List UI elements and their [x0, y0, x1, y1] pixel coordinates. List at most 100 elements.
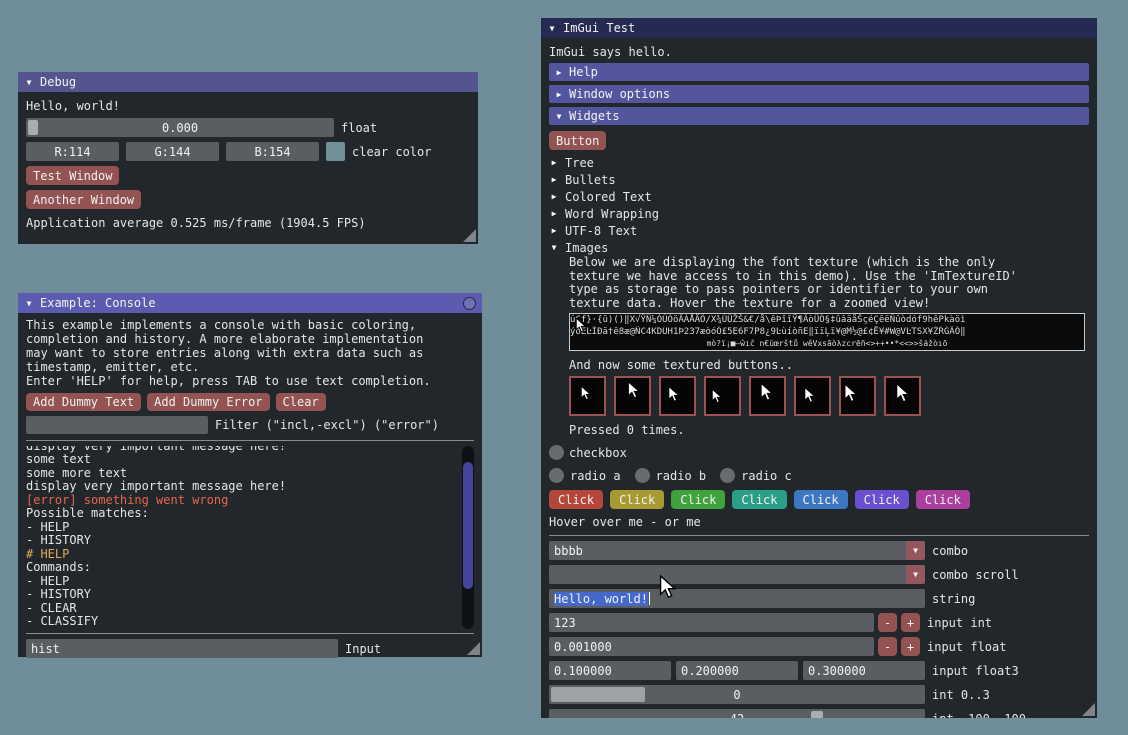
textured-image-button[interactable]	[659, 376, 696, 416]
input-float3-y-value: 0.200000	[681, 664, 739, 678]
combo-arrow-icon[interactable]	[906, 541, 925, 560]
scrollbar[interactable]	[462, 446, 474, 629]
tree-node-label: Word Wrapping	[565, 207, 659, 221]
console-intro-line: may want to store entries along with ext…	[26, 346, 474, 360]
drag-red[interactable]: R:114	[26, 142, 119, 161]
input-int-field[interactable]: 123	[549, 613, 874, 632]
resize-grip[interactable]	[463, 229, 476, 242]
collapse-arrow-icon[interactable]	[24, 78, 34, 87]
font-texture-image[interactable]: úÇf}·{ü)()‖X√ŸÑ¼ÒÙÓöÂÀÅÄÖ/X¾ÙÛŽŠ&€/å\êÞî…	[569, 313, 1085, 351]
tree-node-tree[interactable]: Tree	[549, 154, 1089, 171]
resize-grip[interactable]	[1082, 703, 1095, 716]
close-icon[interactable]	[463, 297, 476, 310]
log-line: Commands:	[26, 561, 458, 575]
click-button[interactable]: Click	[732, 490, 786, 509]
tree-node-word-wrapping[interactable]: Word Wrapping	[549, 205, 1089, 222]
console-log[interactable]: display very important message here! som…	[26, 446, 474, 629]
filter-label: Filter ("incl,-excl") ("error")	[215, 418, 439, 432]
console-input-label: Input	[345, 642, 381, 656]
input-float3-z[interactable]: 0.300000	[803, 661, 925, 680]
string-input[interactable]: Hello, world!	[549, 589, 925, 608]
tree-node-label: Colored Text	[565, 190, 652, 204]
tree-node-images[interactable]: Images	[549, 239, 1089, 256]
images-text-line: type as storage to pass pointers or iden…	[569, 283, 1089, 297]
console-content: This example implements a console with b…	[18, 313, 482, 666]
textured-image-button[interactable]	[614, 376, 651, 416]
console-titlebar[interactable]: Example: Console	[18, 293, 482, 313]
console-input-row: hist Input	[26, 639, 474, 658]
tree-node-utf8-text[interactable]: UTF-8 Text	[549, 222, 1089, 239]
textured-image-button[interactable]	[839, 376, 876, 416]
textured-image-button[interactable]	[794, 376, 831, 416]
debug-titlebar[interactable]: Debug	[18, 72, 478, 92]
collapse-arrow-icon[interactable]	[547, 24, 557, 33]
collapse-arrow-icon[interactable]	[24, 299, 34, 308]
click-buttons-row: Click Click Click Click Click Click Clic…	[549, 490, 1089, 509]
decrement-button[interactable]: -	[878, 613, 897, 632]
tree-node-label: Bullets	[565, 173, 616, 187]
input-float3-y[interactable]: 0.200000	[676, 661, 798, 680]
click-button[interactable]: Click	[549, 490, 603, 509]
scrollbar-grab[interactable]	[463, 462, 473, 588]
increment-button[interactable]: +	[901, 637, 920, 656]
clear-color-swatch[interactable]	[326, 142, 345, 161]
tree-node-colored-text[interactable]: Colored Text	[549, 188, 1089, 205]
font-texture-glyphs: mò?ï¡■—ŵıĉ n€ŭœrŝtů wêVxsãòλzcrēñ<>++••*…	[570, 338, 1084, 350]
textured-image-button[interactable]	[749, 376, 786, 416]
slider-grab[interactable]	[811, 711, 823, 718]
input-float-field[interactable]: 0.001000	[549, 637, 874, 656]
imgui-titlebar[interactable]: ImGui Test	[541, 18, 1097, 38]
add-dummy-text-button[interactable]: Add Dummy Text	[26, 393, 141, 411]
slider-int-0-3[interactable]: 0	[549, 685, 925, 704]
textured-image-button[interactable]	[704, 376, 741, 416]
slider-int-neg100-100[interactable]: 42	[549, 709, 925, 718]
input-int-label: input int	[927, 616, 992, 630]
click-button[interactable]: Click	[916, 490, 970, 509]
header-window-options[interactable]: Window options	[549, 85, 1089, 103]
radio-c[interactable]: radio c	[720, 468, 792, 483]
click-button[interactable]: Click	[671, 490, 725, 509]
chevron-right-icon	[549, 192, 559, 201]
test-window-button[interactable]: Test Window	[26, 166, 119, 185]
combo-arrow-icon[interactable]	[906, 565, 925, 584]
filter-input[interactable]	[26, 416, 208, 434]
hover-text[interactable]: Hover over me - or me	[549, 515, 1089, 529]
string-input-label: string	[932, 592, 975, 606]
console-intro-line: Enter 'HELP' for help, press TAB to use …	[26, 374, 474, 388]
clear-button[interactable]: Clear	[276, 393, 326, 411]
hello-world-text: Hello, world!	[26, 99, 470, 113]
click-button[interactable]: Click	[610, 490, 664, 509]
input-float3-x[interactable]: 0.100000	[549, 661, 671, 680]
drag-blue[interactable]: B:154	[226, 142, 319, 161]
textured-image-button[interactable]	[569, 376, 606, 416]
radio-row: radio a radio b radio c	[549, 468, 1089, 483]
radio-b[interactable]: radio b	[635, 468, 707, 483]
header-help[interactable]: Help	[549, 63, 1089, 81]
decrement-button[interactable]: -	[878, 637, 897, 656]
textured-buttons-row	[569, 376, 1089, 416]
slider-grab[interactable]	[551, 687, 645, 702]
chevron-right-icon	[554, 90, 564, 99]
console-input[interactable]: hist	[26, 639, 338, 658]
drag-green[interactable]: G:144	[126, 142, 219, 161]
pressed-count-text: Pressed 0 times.	[569, 423, 1089, 437]
demo-button[interactable]: Button	[549, 131, 606, 150]
cursor-arrow-icon	[667, 385, 680, 404]
combo-scroll-select[interactable]	[549, 565, 925, 584]
header-widgets[interactable]: Widgets	[549, 107, 1089, 125]
click-button[interactable]: Click	[794, 490, 848, 509]
another-window-button[interactable]: Another Window	[26, 190, 141, 209]
float-slider[interactable]: 0.000	[26, 118, 334, 137]
click-button[interactable]: Click	[855, 490, 909, 509]
radio-a[interactable]: radio a	[549, 468, 621, 483]
window-title: ImGui Test	[563, 21, 635, 35]
increment-button[interactable]: +	[901, 613, 920, 632]
radio-icon	[635, 468, 650, 483]
tree-node-bullets[interactable]: Bullets	[549, 171, 1089, 188]
combo-select[interactable]: bbbb	[549, 541, 925, 560]
add-dummy-error-button[interactable]: Add Dummy Error	[147, 393, 269, 411]
textured-image-button[interactable]	[884, 376, 921, 416]
slider-grab[interactable]	[28, 120, 38, 135]
checkbox[interactable]	[549, 445, 564, 460]
resize-grip[interactable]	[467, 642, 480, 655]
